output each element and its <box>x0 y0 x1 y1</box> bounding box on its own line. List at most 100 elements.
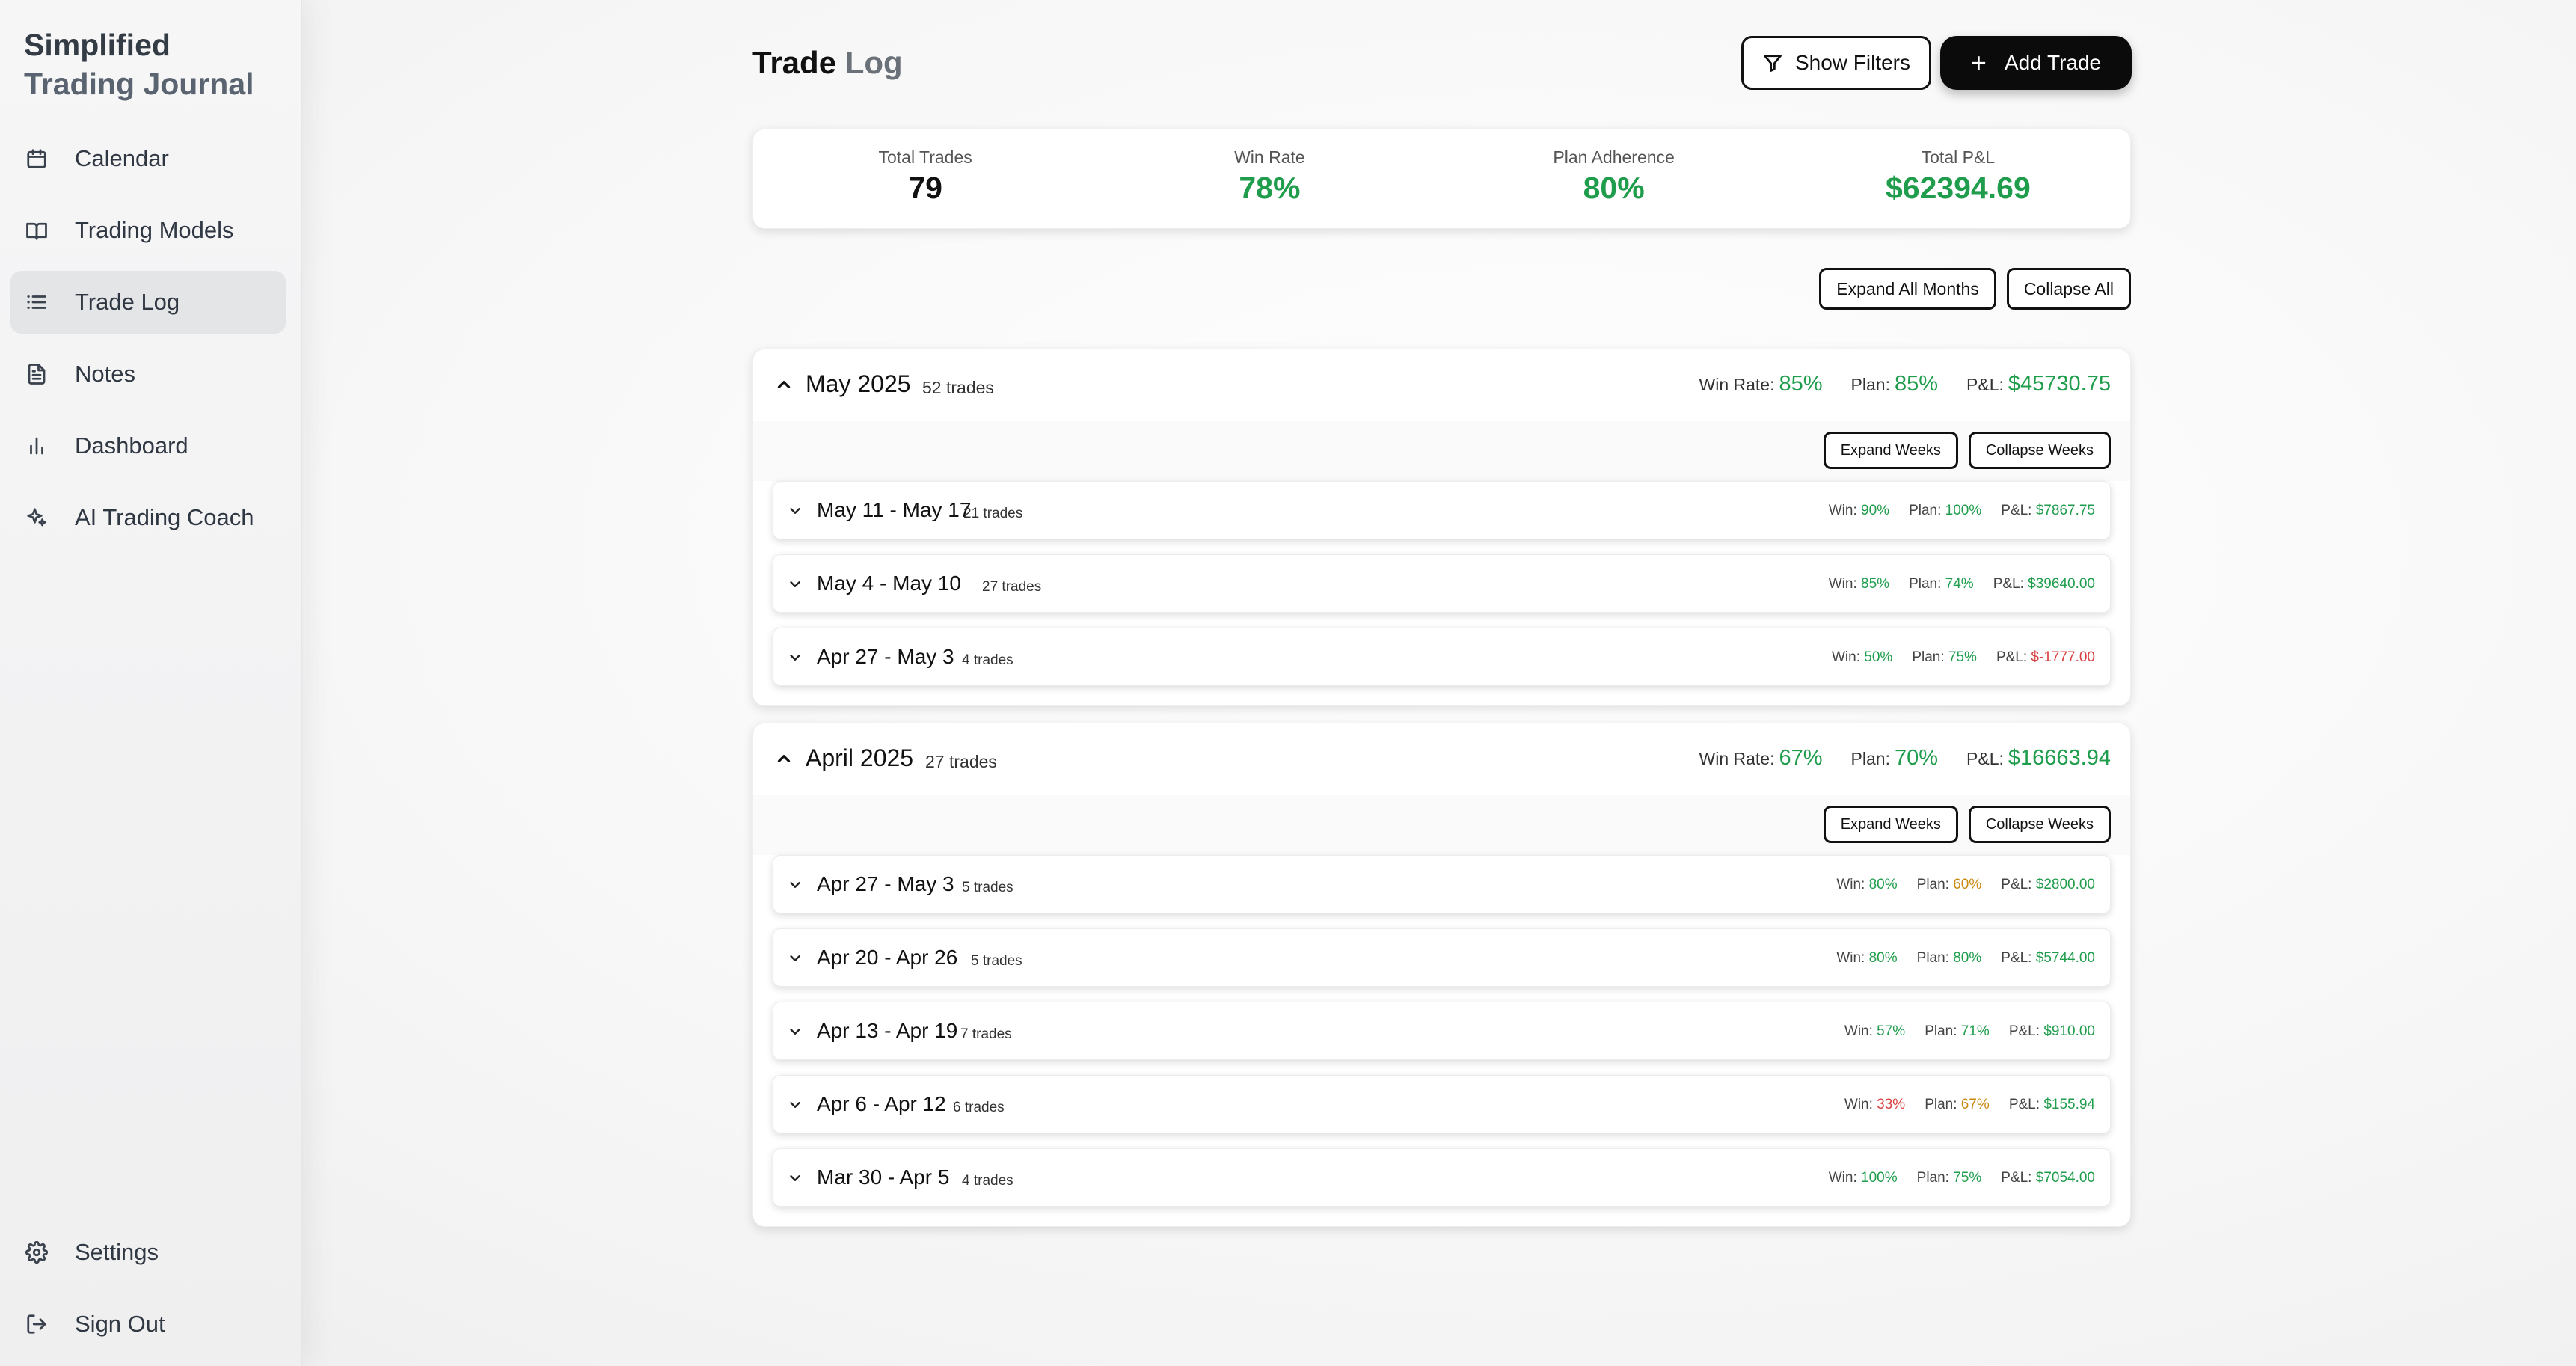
week-pnl: P&L: $5744.00 <box>2001 950 2095 967</box>
month-pnl: P&L: $45730.75 <box>1966 372 2111 396</box>
chevron-down-icon[interactable] <box>787 576 803 592</box>
week-win-label: Win: <box>1828 1170 1857 1186</box>
week-metrics: Win: 50% Plan: 75% P&L: $-1777.00 <box>1812 649 2095 666</box>
week-row[interactable]: Apr 27 - May 3 4 trades Win: 50% Plan: 7… <box>773 628 2111 686</box>
stat-value: 78% <box>1239 171 1301 205</box>
week-pnl-label: P&L: <box>2001 877 2032 892</box>
week-range: May 11 - May 17 <box>817 498 972 521</box>
week-pnl-label: P&L: <box>2008 1097 2040 1112</box>
week-win-label: Win: <box>1832 649 1860 665</box>
week-plan: Plan: 74% <box>1909 576 1974 592</box>
week-row[interactable]: May 11 - May 17 21 trades Win: 90% Plan:… <box>773 481 2111 539</box>
chevron-down-icon[interactable] <box>787 503 803 519</box>
week-plan-label: Plan: <box>1925 1023 1957 1039</box>
week-plan: Plan: 71% <box>1925 1023 1990 1040</box>
week-plan-value: 67% <box>1960 1097 1990 1112</box>
month-plan-label: Plan: <box>1850 749 1890 768</box>
week-plan-label: Plan: <box>1916 877 1949 892</box>
expand-weeks-button[interactable]: Expand Weeks <box>1823 806 1958 843</box>
plus-icon: + <box>1970 47 1987 78</box>
week-pnl: P&L: $-1777.00 <box>1996 649 2095 666</box>
week-plan-value: 74% <box>1945 576 1974 592</box>
sidebar-item-label: Notes <box>75 361 135 387</box>
week-row[interactable]: Apr 13 - Apr 19 7 trades Win: 57% Plan: … <box>773 1002 2111 1060</box>
week-trade-count: 7 trades <box>960 1026 1012 1042</box>
week-row[interactable]: Apr 6 - Apr 12 6 trades Win: 33% Plan: 6… <box>773 1075 2111 1133</box>
week-row[interactable]: Apr 20 - Apr 26 5 trades Win: 80% Plan: … <box>773 928 2111 987</box>
week-win-value: 100% <box>1861 1170 1898 1186</box>
week-pnl: P&L: $7054.00 <box>2001 1170 2095 1186</box>
book-icon <box>24 218 49 243</box>
month-name: April 2025 <box>806 744 914 771</box>
week-pnl-value: $7054.00 <box>2035 1170 2095 1186</box>
show-filters-button[interactable]: Show Filters <box>1741 36 1931 90</box>
week-win: Win: 100% <box>1829 1170 1898 1186</box>
month-group: May 2025 52 trades Win Rate: 85% Plan: 85%… <box>752 349 2131 706</box>
week-pnl: P&L: $155.94 <box>2009 1097 2095 1113</box>
collapse-weeks-button[interactable]: Collapse Weeks <box>1968 432 2111 469</box>
collapse-weeks-button[interactable]: Collapse Weeks <box>1968 806 2111 843</box>
sidebar-item-dashboard[interactable]: Dashboard <box>10 414 286 477</box>
week-win-value: 33% <box>1877 1097 1906 1112</box>
week-range: Apr 13 - Apr 19 <box>817 1019 958 1042</box>
week-plan: Plan: 60% <box>1917 877 1982 893</box>
bar-chart-icon <box>24 433 49 459</box>
sidebar-item-trading-models[interactable]: Trading Models <box>10 199 286 262</box>
week-pnl: P&L: $910.00 <box>2009 1023 2095 1040</box>
sidebar-item-settings[interactable]: Settings <box>10 1221 286 1284</box>
week-range: Apr 20 - Apr 26 <box>817 946 958 969</box>
chevron-up-icon[interactable] <box>774 749 794 768</box>
sidebar-item-sign-out[interactable]: Sign Out <box>10 1293 286 1356</box>
chevron-down-icon[interactable] <box>787 877 803 893</box>
week-win: Win: 57% <box>1844 1023 1905 1040</box>
week-pnl-value: $39640.00 <box>2028 576 2095 592</box>
stat-win-rate: Win Rate 78% <box>1097 129 1441 228</box>
sidebar-item-trade-log[interactable]: Trade Log <box>10 271 286 334</box>
week-win-value: 57% <box>1877 1023 1906 1039</box>
week-plan-label: Plan: <box>1925 1097 1957 1112</box>
page-header: Trade Log Show Filters + Add Trade <box>752 30 2132 97</box>
expand-all-months-button[interactable]: Expand All Months <box>1819 268 1996 310</box>
collapse-all-button[interactable]: Collapse All <box>2006 268 2131 310</box>
week-pnl-label: P&L: <box>1996 649 2028 665</box>
month-win-rate-label: Win Rate: <box>1699 749 1775 768</box>
stat-label: Total Trades <box>878 147 972 167</box>
week-row[interactable]: Apr 27 - May 3 5 trades Win: 80% Plan: 6… <box>773 855 2111 913</box>
month-header[interactable]: April 2025 27 trades Win Rate: 67% Plan: 7… <box>753 723 2130 795</box>
week-row[interactable]: Mar 30 - Apr 5 4 trades Win: 100% Plan: … <box>773 1148 2111 1207</box>
chevron-down-icon[interactable] <box>787 1023 803 1040</box>
sidebar-item-label: Calendar <box>75 145 169 171</box>
sidebar-item-notes[interactable]: Notes <box>10 343 286 405</box>
week-win: Win: 90% <box>1829 503 1889 519</box>
week-pnl-value: $5744.00 <box>2035 950 2095 966</box>
month-header[interactable]: May 2025 52 trades Win Rate: 85% Plan: 85%… <box>753 349 2130 421</box>
week-win-value: 90% <box>1861 503 1890 518</box>
chevron-down-icon[interactable] <box>787 649 803 666</box>
stat-plan-adherence: Plan Adherence 80% <box>1442 129 1786 228</box>
month-plan-label: Plan: <box>1850 375 1890 394</box>
stat-total-trades: Total Trades 79 <box>753 129 1097 228</box>
week-pnl-value: $7867.75 <box>2035 503 2095 518</box>
chevron-down-icon[interactable] <box>787 1097 803 1113</box>
week-win-label: Win: <box>1836 877 1865 892</box>
stat-label: Win Rate <box>1234 147 1305 167</box>
add-trade-button[interactable]: + Add Trade <box>1940 36 2132 90</box>
chevron-down-icon[interactable] <box>787 950 803 967</box>
month-trade-count: 27 trades <box>925 752 997 771</box>
chevron-down-icon[interactable] <box>787 1170 803 1186</box>
stat-value: 79 <box>908 171 942 205</box>
week-row[interactable]: May 4 - May 10 27 trades Win: 85% Plan: … <box>773 554 2111 613</box>
week-range: Apr 6 - Apr 12 <box>817 1092 946 1115</box>
week-plan-value: 75% <box>1953 1170 1982 1186</box>
sidebar-item-ai-trading-coach[interactable]: AI Trading Coach <box>10 486 286 549</box>
week-metrics: Win: 90% Plan: 100% P&L: $7867.75 <box>1809 503 2095 519</box>
week-pnl-label: P&L: <box>1993 576 2024 592</box>
week-trade-count: 6 trades <box>953 1100 1005 1115</box>
sidebar-item-calendar[interactable]: Calendar <box>10 127 286 190</box>
brand-line-2: Trading Journal <box>24 67 254 101</box>
document-icon <box>24 361 49 387</box>
sparkles-icon <box>24 505 49 530</box>
expand-weeks-button[interactable]: Expand Weeks <box>1823 432 1958 469</box>
chevron-up-icon[interactable] <box>774 375 794 394</box>
summary-stats-card: Total Trades 79 Win Rate 78% Plan Adhere… <box>752 129 2131 229</box>
